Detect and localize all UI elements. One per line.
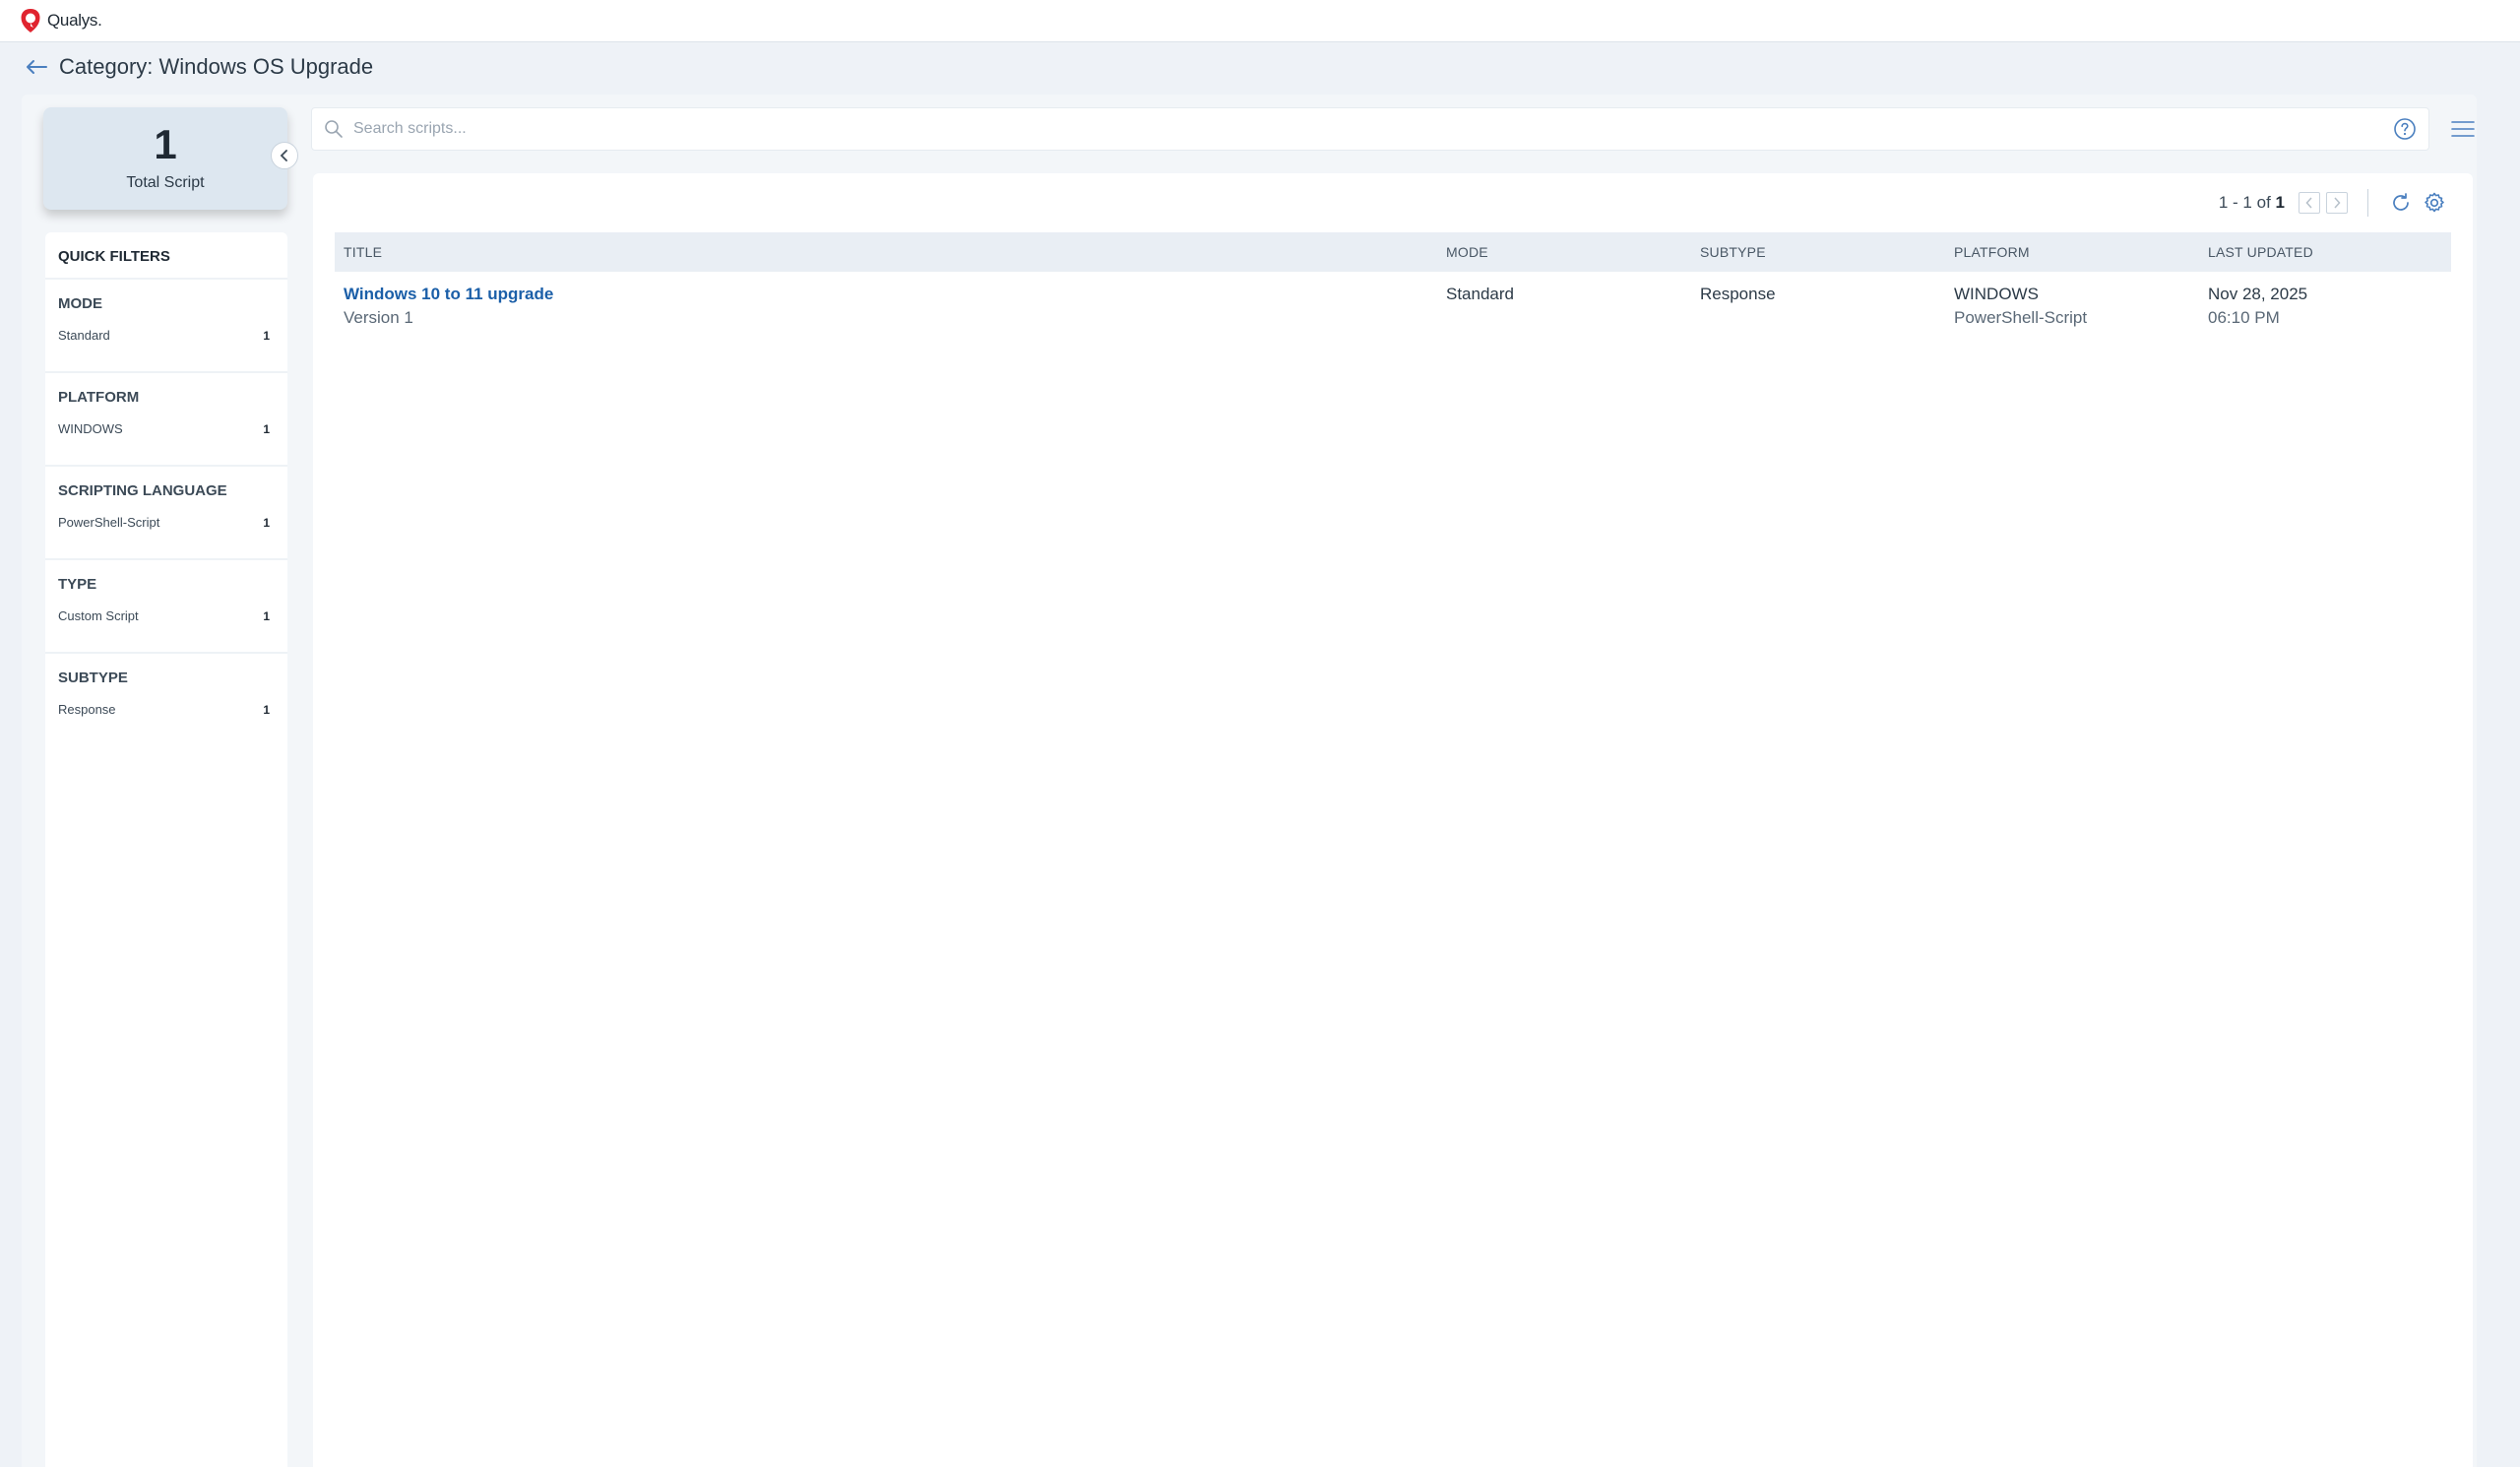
column-header-mode[interactable]: MODE bbox=[1437, 244, 1691, 260]
total-scripts-card: 1 Total Script bbox=[43, 107, 287, 210]
filter-item-powershell[interactable]: PowerShell-Script 1 bbox=[58, 515, 275, 530]
cell-mode: Standard bbox=[1446, 285, 1514, 303]
filter-heading: TYPE bbox=[58, 576, 97, 593]
column-header-subtype[interactable]: SUBTYPE bbox=[1691, 244, 1945, 260]
pagination-text: 1 - 1 of 1 bbox=[2218, 193, 2285, 212]
back-button[interactable] bbox=[22, 52, 51, 82]
filter-item-custom-script[interactable]: Custom Script 1 bbox=[58, 608, 275, 623]
next-page-button[interactable] bbox=[2326, 192, 2348, 214]
total-label: Total Script bbox=[126, 174, 205, 191]
page-header: Category: Windows OS Upgrade bbox=[0, 42, 2520, 92]
gear-icon bbox=[2425, 192, 2444, 213]
filter-item-count: 1 bbox=[263, 702, 270, 717]
pagination: 1 - 1 of 1 bbox=[2219, 188, 2449, 218]
filter-item-label: Standard bbox=[58, 328, 110, 343]
filter-heading: SUBTYPE bbox=[58, 670, 128, 686]
settings-button[interactable] bbox=[2420, 188, 2449, 218]
updated-time: 06:10 PM bbox=[2208, 308, 2280, 327]
chevron-left-icon bbox=[280, 150, 287, 161]
filter-group-scripting-language: SCRIPTING LANGUAGE PowerShell-Script 1 bbox=[45, 467, 287, 560]
total-count: 1 bbox=[154, 121, 177, 167]
filter-item-windows[interactable]: WINDOWS 1 bbox=[58, 421, 275, 436]
filter-group-mode: MODE Standard 1 bbox=[45, 280, 287, 373]
help-circle-icon bbox=[2394, 118, 2416, 140]
filter-heading: SCRIPTING LANGUAGE bbox=[58, 482, 227, 499]
page-title: Category: Windows OS Upgrade bbox=[59, 54, 374, 79]
brand-logo[interactable]: Qualys. bbox=[20, 8, 102, 33]
toolbar-divider bbox=[2367, 189, 2368, 217]
filter-item-standard[interactable]: Standard 1 bbox=[58, 328, 275, 343]
cell-subtype: Response bbox=[1700, 285, 1776, 303]
menu-button[interactable] bbox=[2448, 114, 2478, 144]
help-button[interactable] bbox=[2390, 114, 2420, 144]
quick-filters-title: QUICK FILTERS bbox=[45, 232, 287, 280]
search-bar bbox=[311, 107, 2429, 151]
search-icon bbox=[325, 120, 343, 138]
filter-heading: MODE bbox=[58, 295, 102, 312]
updated-date: Nov 28, 2025 bbox=[2208, 285, 2308, 303]
arrow-left-icon bbox=[27, 60, 47, 74]
filter-item-label: Response bbox=[58, 702, 116, 717]
filter-item-count: 1 bbox=[263, 608, 270, 623]
search-input[interactable] bbox=[353, 120, 2224, 138]
qualys-shield-icon bbox=[21, 9, 40, 32]
filter-group-subtype: SUBTYPE Response 1 bbox=[45, 654, 287, 747]
cell-title: Windows 10 to 11 upgrade Version 1 bbox=[335, 283, 1437, 333]
cell-last-updated: Nov 28, 2025 06:10 PM bbox=[2199, 283, 2451, 333]
table-header: TITLE MODE SUBTYPE PLATFORM LAST UPDATED bbox=[335, 232, 2451, 272]
top-bar: Qualys. bbox=[0, 0, 2520, 42]
brand-name: Qualys. bbox=[47, 11, 102, 30]
filter-item-response[interactable]: Response 1 bbox=[58, 702, 275, 717]
scripting-language: PowerShell-Script bbox=[1954, 308, 2088, 327]
filter-item-label: Custom Script bbox=[58, 608, 139, 623]
column-header-platform[interactable]: PLATFORM bbox=[1945, 244, 2199, 260]
refresh-icon bbox=[2393, 193, 2409, 211]
filter-heading: PLATFORM bbox=[58, 389, 140, 406]
table-row[interactable]: Windows 10 to 11 upgrade Version 1 Stand… bbox=[335, 272, 2451, 333]
column-header-last-updated[interactable]: LAST UPDATED bbox=[2199, 244, 2451, 260]
previous-page-button[interactable] bbox=[2299, 192, 2320, 214]
filter-item-label: WINDOWS bbox=[58, 421, 123, 436]
quick-filters-panel: QUICK FILTERS MODE Standard 1 PLATFORM W… bbox=[45, 232, 287, 1467]
filter-group-type: TYPE Custom Script 1 bbox=[45, 560, 287, 654]
script-version: Version 1 bbox=[344, 308, 413, 327]
chevron-right-icon bbox=[2334, 197, 2341, 209]
hamburger-menu-icon bbox=[2451, 121, 2475, 137]
filter-item-count: 1 bbox=[263, 515, 270, 530]
scripts-table: TITLE MODE SUBTYPE PLATFORM LAST UPDATED… bbox=[335, 232, 2451, 333]
collapse-sidebar-button[interactable] bbox=[271, 142, 298, 169]
filter-item-count: 1 bbox=[263, 328, 270, 343]
filter-item-label: PowerShell-Script bbox=[58, 515, 160, 530]
filter-item-count: 1 bbox=[263, 421, 270, 436]
filter-group-platform: PLATFORM WINDOWS 1 bbox=[45, 373, 287, 467]
column-header-title[interactable]: TITLE bbox=[335, 244, 1437, 260]
cell-platform: WINDOWS PowerShell-Script bbox=[1945, 283, 2199, 333]
script-title-link[interactable]: Windows 10 to 11 upgrade bbox=[344, 283, 1437, 306]
refresh-button[interactable] bbox=[2386, 188, 2416, 218]
platform-name: WINDOWS bbox=[1954, 285, 2039, 303]
scripts-table-panel: 1 - 1 of 1 TITLE MODE SUBTYPE PLATFORM L… bbox=[313, 173, 2473, 1467]
chevron-left-icon bbox=[2305, 197, 2312, 209]
